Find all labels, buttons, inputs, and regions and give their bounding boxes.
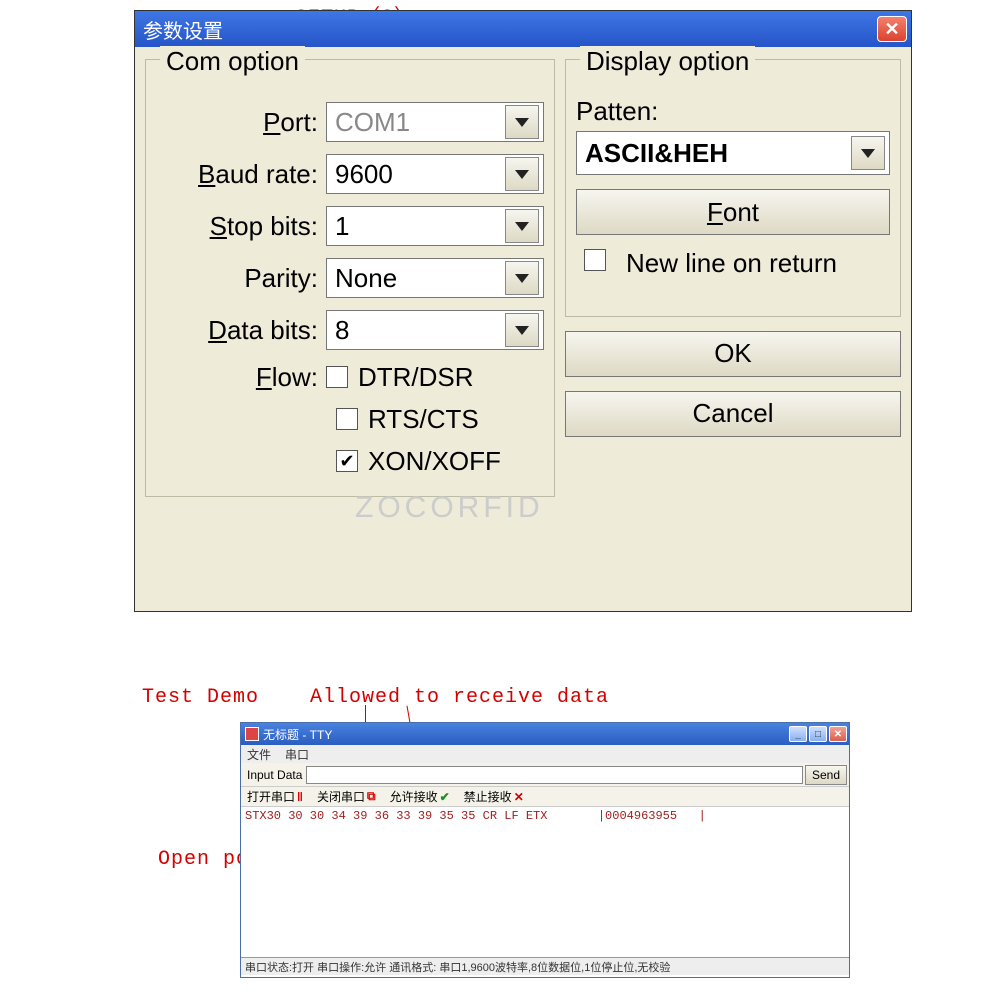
tty-toolbar: 打开串口 ‖ 关闭串口 ⧉ 允许接收✔ 禁止接收 ✕ bbox=[241, 787, 849, 807]
com-option-group: Com option Port: COM1 Baud rate: 9600 St… bbox=[145, 59, 555, 497]
app-icon bbox=[245, 727, 259, 741]
parity-label: Parity: bbox=[156, 263, 326, 294]
dtr-checkbox[interactable] bbox=[326, 366, 348, 388]
tty-title: 无标题 - TTY bbox=[263, 726, 787, 743]
dtr-label: DTR/DSR bbox=[358, 362, 474, 393]
port-label: Port: bbox=[156, 107, 326, 138]
input-label: Input Data bbox=[243, 768, 306, 782]
patten-label: Patten: bbox=[576, 96, 890, 127]
close-icon[interactable]: ✕ bbox=[829, 726, 847, 742]
open-port-button[interactable]: 打开串口 ‖ bbox=[247, 788, 303, 805]
tty-titlebar: 无标题 - TTY _ □ ✕ bbox=[241, 723, 849, 745]
chevron-down-icon[interactable] bbox=[505, 157, 539, 191]
patten-value: ASCII&HEH bbox=[585, 138, 728, 169]
setup-dialog: 参数设置 Com option Port: COM1 Baud rate: 96… bbox=[134, 10, 912, 612]
allow-receive-button[interactable]: 允许接收✔ bbox=[390, 788, 450, 805]
port-combo[interactable]: COM1 bbox=[326, 102, 544, 142]
rts-label: RTS/CTS bbox=[368, 404, 479, 435]
patten-combo[interactable]: ASCII&HEH bbox=[576, 131, 890, 175]
data-value: 8 bbox=[335, 315, 349, 346]
close-port-button[interactable]: 关闭串口 ⧉ bbox=[317, 788, 376, 805]
baud-combo[interactable]: 9600 bbox=[326, 154, 544, 194]
stop-label: Stop bits: bbox=[156, 211, 326, 242]
stop-value: 1 bbox=[335, 211, 349, 242]
annotation-allowed: Allowed to receive data bbox=[310, 686, 609, 709]
flow-label: Flow: bbox=[156, 362, 326, 393]
send-button[interactable]: Send bbox=[805, 765, 847, 785]
xon-label: XON/XOFF bbox=[368, 446, 501, 477]
ok-button[interactable]: OK bbox=[565, 331, 901, 377]
tty-menubar: 文件 串口 bbox=[241, 745, 849, 763]
newline-label: New line on return bbox=[626, 249, 837, 278]
menu-port[interactable]: 串口 bbox=[285, 746, 309, 763]
parity-value: None bbox=[335, 263, 397, 294]
xon-checkbox[interactable] bbox=[336, 450, 358, 472]
maximize-icon[interactable]: □ bbox=[809, 726, 827, 742]
menu-file[interactable]: 文件 bbox=[247, 746, 271, 763]
display-option-group: Display option Patten: ASCII&HEH Font Ne… bbox=[565, 59, 901, 317]
port-value: COM1 bbox=[335, 107, 410, 138]
input-data-field[interactable] bbox=[306, 766, 803, 784]
minimize-icon[interactable]: _ bbox=[789, 726, 807, 742]
chevron-down-icon[interactable] bbox=[505, 105, 539, 139]
baud-value: 9600 bbox=[335, 159, 393, 190]
font-button[interactable]: Font bbox=[576, 189, 890, 235]
deny-receive-button[interactable]: 禁止接收 ✕ bbox=[464, 788, 524, 805]
watermark: ZOCORFID bbox=[355, 491, 544, 525]
newline-checkbox[interactable] bbox=[584, 249, 606, 271]
stop-combo[interactable]: 1 bbox=[326, 206, 544, 246]
rts-checkbox[interactable] bbox=[336, 408, 358, 430]
close-icon[interactable] bbox=[877, 16, 907, 42]
cancel-button[interactable]: Cancel bbox=[565, 391, 901, 437]
chevron-down-icon[interactable] bbox=[505, 209, 539, 243]
chevron-down-icon[interactable] bbox=[505, 313, 539, 347]
chevron-down-icon[interactable] bbox=[851, 136, 885, 170]
tty-output: STX30 30 30 34 39 36 33 39 35 35 CR LF E… bbox=[241, 807, 849, 957]
titlebar: 参数设置 bbox=[135, 11, 911, 47]
tty-statusbar: 串口状态:打开 串口操作:允许 通讯格式: 串口1,9600波特率,8位数据位,… bbox=[241, 957, 849, 975]
dialog-title: 参数设置 bbox=[143, 15, 877, 44]
data-label: Data bits: bbox=[156, 315, 326, 346]
annotation-test-demo: Test Demo bbox=[142, 686, 259, 709]
chevron-down-icon[interactable] bbox=[505, 261, 539, 295]
com-legend: Com option bbox=[160, 46, 305, 77]
data-combo[interactable]: 8 bbox=[326, 310, 544, 350]
parity-combo[interactable]: None bbox=[326, 258, 544, 298]
disp-legend: Display option bbox=[580, 46, 755, 77]
baud-label: Baud rate: bbox=[156, 159, 326, 190]
tty-window: 无标题 - TTY _ □ ✕ 文件 串口 Input Data Send 打开… bbox=[240, 722, 850, 978]
